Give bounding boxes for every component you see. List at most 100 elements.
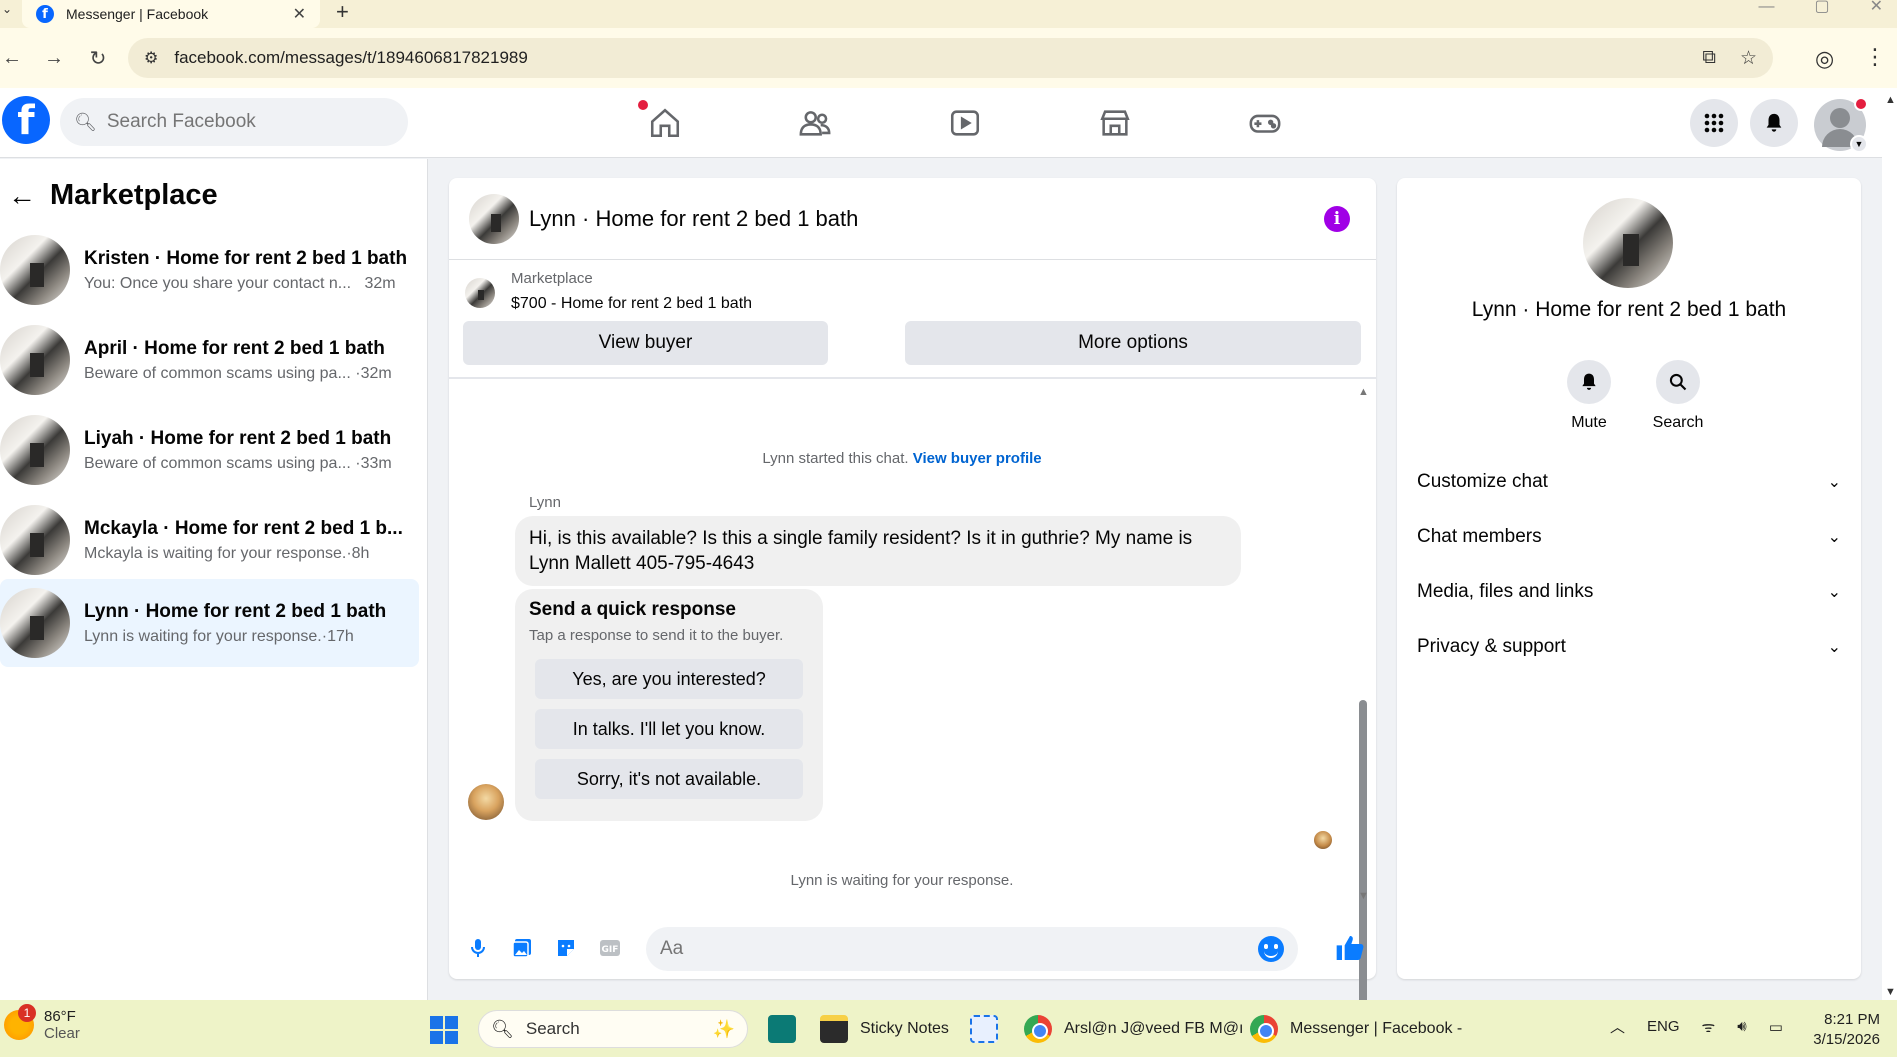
browser-tab-messenger[interactable]: f Messenger | Facebook ✕	[22, 0, 320, 28]
tab-list-chevron-icon[interactable]: ⌄	[2, 2, 12, 16]
conversation-item-active[interactable]: Lynn · Home for rent 2 bed 1 bath Lynn i…	[0, 579, 419, 667]
sun-weather-icon: 1	[4, 1004, 36, 1040]
section-label: Media, files and links	[1417, 581, 1594, 602]
scroll-up-arrow-icon[interactable]: ▲	[1885, 94, 1896, 106]
bookmark-star-icon[interactable]: ☆	[1740, 47, 1757, 70]
privacy-support-row[interactable]: Privacy & support ⌄	[1417, 627, 1841, 667]
site-settings-icon[interactable]: ⚙	[144, 48, 158, 68]
marketplace-store-icon	[1100, 110, 1130, 136]
new-tab-plus-icon[interactable]: +	[336, 0, 349, 24]
taskbar-search[interactable]: 🔍︎ Search ✨	[478, 1010, 748, 1048]
install-app-icon[interactable]: ⧉	[1702, 47, 1716, 70]
section-label: Chat members	[1417, 526, 1542, 547]
page-scrollbar[interactable]: ▲ ▼	[1882, 88, 1897, 1000]
conversation-item[interactable]: April · Home for rent 2 bed 1 bath Bewar…	[0, 316, 419, 404]
weather-widget[interactable]: 1 86°F Clear	[4, 1004, 80, 1042]
more-options-button[interactable]: More options	[905, 321, 1361, 365]
conversation-snippet: Lynn is waiting for your response.	[84, 627, 322, 645]
search-highlight-icon: ✨	[712, 1018, 735, 1039]
bell-icon	[1766, 113, 1782, 132]
message-input[interactable]	[660, 938, 1258, 960]
conversation-item[interactable]: Mckayla · Home for rent 2 bed 1 b... Mck…	[0, 496, 419, 584]
close-tab-icon[interactable]: ✕	[293, 4, 306, 24]
browser-profile-icon[interactable]: ◎	[1815, 46, 1834, 72]
chat-members-row[interactable]: Chat members ⌄	[1417, 517, 1841, 557]
conversation-item[interactable]: Kristen · Home for rent 2 bed 1 bath You…	[0, 226, 419, 314]
quick-response-button[interactable]: Yes, are you interested?	[535, 659, 803, 699]
nav-video[interactable]	[890, 88, 1040, 158]
scroll-down-arrow-icon[interactable]: ▼	[1358, 890, 1369, 902]
language-indicator[interactable]: ENG	[1647, 1018, 1680, 1035]
close-window-icon[interactable]: ✕	[1870, 0, 1883, 15]
notifications-button[interactable]	[1750, 99, 1798, 147]
taskbar-chrome-1[interactable]: Arsl@n J@veed FB M@ı	[1024, 1012, 1243, 1046]
gif-icon: GIF	[600, 940, 620, 956]
media-files-links-row[interactable]: Media, files and links ⌄	[1417, 572, 1841, 612]
chat-title[interactable]: Lynn · Home for rent 2 bed 1 bath	[529, 206, 858, 232]
emoji-smile-icon[interactable]	[1258, 936, 1284, 962]
mute-action[interactable]: Mute	[1549, 360, 1629, 432]
app-s-icon	[768, 1015, 796, 1043]
taskbar-sticky-notes[interactable]: Sticky Notes	[820, 1012, 949, 1046]
facebook-search[interactable]: 🔍︎	[60, 98, 408, 146]
taskbar-snipping-tool[interactable]	[970, 1012, 1010, 1046]
taskbar-chrome-2[interactable]: Messenger | Facebook -	[1250, 1012, 1462, 1046]
sender-avatar[interactable]	[468, 784, 504, 820]
browser-menu-icon[interactable]: ⋮	[1864, 44, 1886, 70]
quick-response-button[interactable]: In talks. I'll let you know.	[535, 709, 803, 749]
tray-overflow-chevron-icon[interactable]: ︿	[1610, 1016, 1625, 1037]
view-buyer-button[interactable]: View buyer	[463, 321, 828, 365]
sticker-button[interactable]	[551, 933, 581, 963]
volume-icon[interactable]: 🔊︎	[1737, 1018, 1746, 1035]
back-arrow-icon[interactable]: ←	[8, 180, 36, 212]
sticky-notes-icon	[820, 1015, 848, 1043]
conversation-snippet: Beware of common scams using pa...	[84, 364, 351, 382]
listing-thumbnail[interactable]	[469, 193, 519, 244]
reload-icon[interactable]: ↻	[80, 46, 116, 71]
scroll-down-arrow-icon[interactable]: ▼	[1885, 986, 1896, 998]
account-avatar-button[interactable]: ▼	[1814, 97, 1868, 153]
quick-response-subtitle: Tap a response to send it to the buyer.	[529, 627, 784, 644]
chat-scrollbar[interactable]: ▲ ▼	[1356, 386, 1370, 1057]
facebook-search-input[interactable]	[106, 111, 387, 133]
taskbar-app-s[interactable]	[768, 1012, 808, 1046]
scroll-up-arrow-icon[interactable]: ▲	[1358, 386, 1369, 398]
windows-start-icon[interactable]	[430, 1016, 458, 1044]
taskbar-clock[interactable]: 8:21 PM 3/15/2026	[1800, 1010, 1880, 1050]
facebook-logo-icon[interactable]: f	[2, 96, 50, 144]
conversation-name: April · Home for rent 2 bed 1 bath	[84, 337, 385, 359]
quick-response-title: Send a quick response	[529, 599, 736, 620]
quick-response-button[interactable]: Sorry, it's not available.	[535, 759, 803, 799]
back-arrow-icon[interactable]: ←	[0, 47, 30, 70]
gif-button[interactable]: GIF	[595, 933, 625, 963]
attach-photo-button[interactable]	[507, 933, 537, 963]
chevron-down-icon: ⌄	[1827, 584, 1841, 601]
nav-marketplace[interactable]	[1040, 88, 1190, 158]
minimize-icon[interactable]: —	[1758, 0, 1774, 15]
info-icon[interactable]: i	[1324, 206, 1350, 232]
voice-clip-button[interactable]	[463, 933, 493, 963]
url-bar[interactable]: ⚙ facebook.com/messages/t/18946068178219…	[128, 38, 1773, 78]
view-buyer-profile-link[interactable]: View buyer profile	[913, 450, 1042, 467]
battery-icon[interactable]: ▭	[1769, 1018, 1783, 1036]
message-bubble[interactable]: Hi, is this available? Is this a single …	[515, 516, 1241, 586]
quick-response-card: Send a quick response Tap a response to …	[515, 589, 823, 821]
customize-chat-row[interactable]: Customize chat ⌄	[1417, 462, 1841, 502]
maximize-icon[interactable]: ▢	[1814, 0, 1829, 15]
listing-thumbnail-large[interactable]	[1583, 198, 1673, 288]
message-input-box[interactable]	[646, 927, 1298, 971]
marketplace-listing-row[interactable]: Marketplace $700 - Home for rent 2 bed 1…	[465, 270, 752, 313]
menu-grid-button[interactable]	[1690, 99, 1738, 147]
nav-home[interactable]	[590, 88, 740, 158]
nav-friends[interactable]	[740, 88, 890, 158]
url-text[interactable]: facebook.com/messages/t/1894606817821989	[174, 48, 1702, 68]
nav-gaming[interactable]	[1190, 88, 1340, 158]
search-action[interactable]: Search	[1638, 360, 1718, 432]
windows-taskbar: 1 86°F Clear 🔍︎ Search ✨ Sticky Notes Ar…	[0, 1000, 1897, 1057]
chat-header: Lynn · Home for rent 2 bed 1 bath i	[449, 178, 1376, 260]
wifi-icon[interactable]: ᯤ	[1702, 1017, 1716, 1037]
conversation-item[interactable]: Liyah · Home for rent 2 bed 1 bath Bewar…	[0, 406, 419, 494]
friends-icon	[799, 111, 831, 136]
forward-arrow-icon[interactable]: →	[36, 47, 72, 70]
thumbs-up-like-icon[interactable]	[1334, 932, 1366, 964]
